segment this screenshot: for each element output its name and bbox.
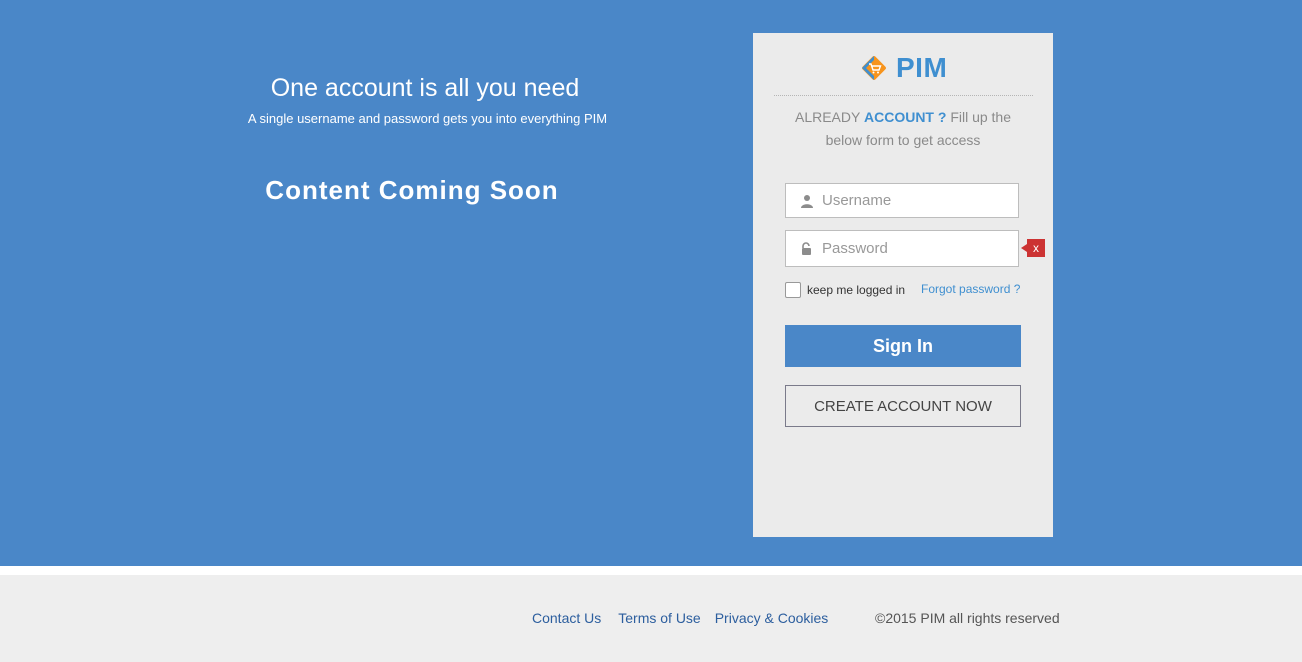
username-field[interactable] xyxy=(785,183,1019,218)
remember-label: keep me logged in xyxy=(807,283,906,297)
hero-section: One account is all you need A single use… xyxy=(0,0,1302,566)
remember-checkbox[interactable] xyxy=(785,282,801,298)
lock-icon xyxy=(802,241,811,255)
footer-links: Contact Us Terms of Use Privacy & Cookie… xyxy=(532,610,828,626)
brand-name: PIM xyxy=(896,52,948,83)
footer-separator xyxy=(0,566,1302,575)
login-intro: ALREADY ACCOUNT ? Fill up the below form… xyxy=(783,106,1023,152)
login-panel: PIM ALREADY ACCOUNT ? Fill up the below … xyxy=(753,33,1053,537)
intro-emphasis: ACCOUNT ? xyxy=(863,109,947,125)
user-icon xyxy=(801,194,813,208)
copyright-text: ©2015 PIM all rights reserved xyxy=(875,610,1060,626)
coming-soon-heading: Content Coming Soon xyxy=(265,175,559,205)
username-input[interactable] xyxy=(822,192,1012,209)
forgot-password-link[interactable]: Forgot password ? xyxy=(921,282,1020,296)
contact-us-link[interactable]: Contact Us xyxy=(532,610,601,626)
shopping-cart-diamond-logo-icon xyxy=(862,56,886,80)
create-account-button[interactable]: CREATE ACCOUNT NOW xyxy=(785,385,1021,427)
hero-headline: One account is all you need xyxy=(270,74,580,102)
footer: Contact Us Terms of Use Privacy & Cookie… xyxy=(0,575,1302,662)
divider xyxy=(774,95,1033,96)
remember-me: keep me logged in xyxy=(785,282,905,298)
password-error-marker: x xyxy=(1021,239,1045,257)
hero-subline: A single username and password gets you … xyxy=(247,111,608,126)
privacy-cookies-link[interactable]: Privacy & Cookies xyxy=(715,610,829,626)
password-input[interactable] xyxy=(822,240,1012,257)
terms-of-use-link[interactable]: Terms of Use xyxy=(618,610,700,626)
password-field[interactable] xyxy=(785,230,1019,267)
sign-in-button[interactable]: Sign In xyxy=(785,325,1021,367)
intro-prefix: ALREADY xyxy=(794,109,861,125)
brand-logo: PIM xyxy=(858,51,947,85)
